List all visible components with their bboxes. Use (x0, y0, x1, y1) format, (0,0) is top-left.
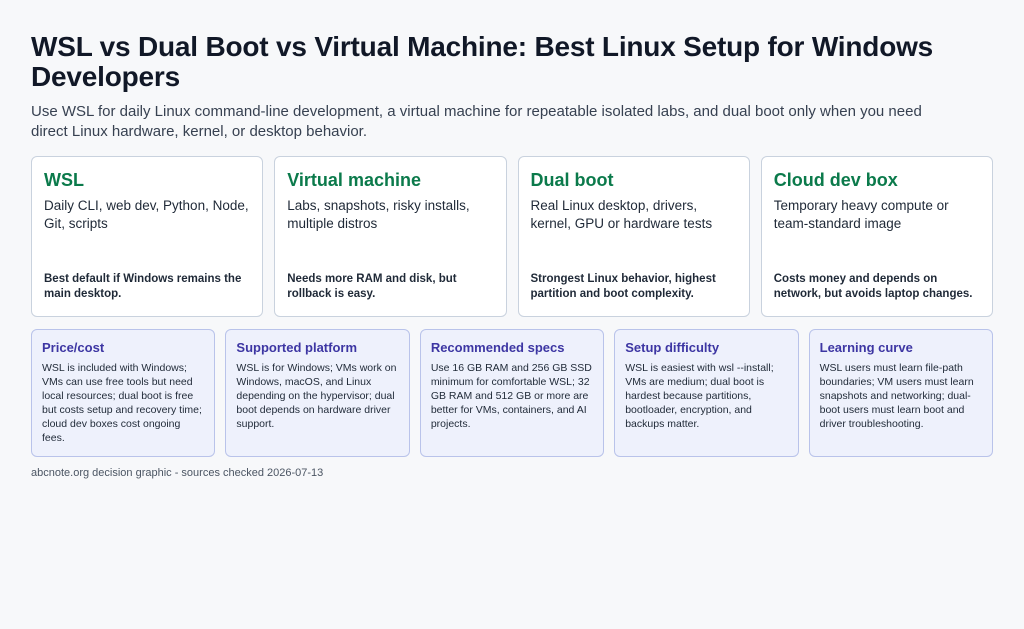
factor-cards: Price/cost WSL is included with Windows;… (31, 329, 994, 457)
option-use-case: Daily CLI, web dev, Python, Node, Git, s… (44, 198, 249, 231)
option-card-wsl: WSL Daily CLI, web dev, Python, Node, Gi… (31, 156, 264, 317)
page-title: WSL vs Dual Boot vs Virtual Machine: Bes… (31, 31, 934, 92)
factor-title: Setup difficulty (625, 340, 720, 355)
option-card-cloud-dev-box: Cloud dev box Temporary heavy compute or… (760, 156, 993, 317)
decision-graphic: WSL vs Dual Boot vs Virtual Machine: Bes… (31, 31, 994, 480)
source-footer: abcnote.org decision graphic - sources c… (31, 467, 324, 479)
option-title: Dual boot (530, 170, 614, 190)
option-cards: WSL Daily CLI, web dev, Python, Node, Gi… (31, 156, 993, 317)
factor-title: Supported platform (236, 340, 358, 355)
factor-body: WSL is included with Windows; VMs can us… (42, 362, 202, 444)
option-title: Virtual machine (287, 170, 421, 190)
factor-card-learning-curve: Learning curve WSL users must learn file… (808, 329, 994, 457)
option-use-case: Labs, snapshots, risky installs, multipl… (287, 198, 470, 231)
factor-card-setup-difficulty: Setup difficulty WSL is easiest with wsl… (614, 329, 799, 457)
option-card-virtual-machine: Virtual machine Labs, snapshots, risky i… (274, 156, 507, 317)
factor-body: WSL is easiest with wsl --install; VMs a… (625, 362, 774, 430)
option-use-case: Temporary heavy compute or team-standard… (773, 198, 949, 231)
factor-title: Price/cost (42, 340, 105, 355)
factor-body: WSL is for Windows; VMs work on Windows,… (236, 362, 397, 430)
factor-title: Learning curve (819, 340, 913, 355)
factor-card-supported-platform: Supported platform WSL is for Windows; V… (225, 329, 410, 457)
factor-body: WSL users must learn file-path boundarie… (819, 362, 974, 430)
option-title: Cloud dev box (773, 170, 898, 190)
option-verdict: Costs money and depends on network, but … (773, 273, 973, 300)
factor-body: Use 16 GB RAM and 256 GB SSD minimum for… (430, 362, 592, 430)
option-verdict: Needs more RAM and disk, but rollback is… (287, 273, 457, 300)
option-use-case: Real Linux desktop, drivers, kernel, GPU… (530, 198, 713, 231)
option-card-dual-boot: Dual boot Real Linux desktop, drivers, k… (517, 156, 750, 317)
option-verdict: Best default if Windows remains the main… (44, 273, 242, 300)
option-title: WSL (44, 170, 84, 190)
factor-card-price-cost: Price/cost WSL is included with Windows;… (31, 329, 216, 457)
factor-title: Recommended specs (430, 340, 565, 355)
page-subtitle: Use WSL for daily Linux command-line dev… (31, 103, 922, 140)
factor-card-recommended-specs: Recommended specs Use 16 GB RAM and 256 … (419, 329, 605, 457)
option-verdict: Strongest Linux behavior, highest partit… (530, 273, 716, 300)
